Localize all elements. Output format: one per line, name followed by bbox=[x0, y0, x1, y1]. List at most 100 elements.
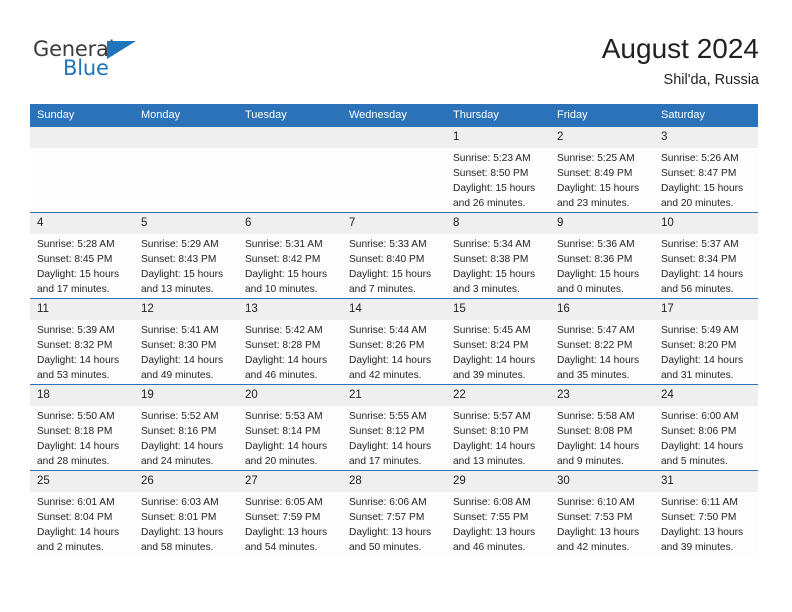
brand-logo[interactable]: General Blue bbox=[33, 39, 153, 83]
calendar-day-cell[interactable]: 12 Sunrise: 5:41 AM Sunset: 8:30 PM Dayligh… bbox=[134, 297, 238, 385]
day-number: 16 bbox=[550, 298, 654, 320]
calendar-header-row: Sunday Monday Tuesday Wednesday Thursday… bbox=[30, 104, 758, 128]
day-number: 7 bbox=[342, 213, 446, 235]
day-sun-info: Sunrise: 6:03 AM Sunset: 8:01 PM Daylight:… bbox=[134, 492, 238, 556]
day-sun-info: Sunrise: 6:11 AM Sunset: 7:50 PM Daylight:… bbox=[654, 492, 758, 556]
calendar-day-cell[interactable]: 19 Sunrise: 5:52 AM Sunset: 8:16 PM Dayligh… bbox=[134, 383, 238, 471]
day-sunrise-text: Sunrise: 5:50 AM bbox=[37, 410, 115, 422]
calendar-day-cell[interactable]: 23 Sunrise: 5:58 AM Sunset: 8:08 PM Dayligh… bbox=[550, 383, 654, 471]
calendar-day-cell[interactable]: 24 Sunrise: 6:00 AM Sunset: 8:06 PM Dayligh… bbox=[654, 383, 758, 471]
calendar-table: Sunday Monday Tuesday Wednesday Thursday… bbox=[30, 104, 758, 556]
day-daylight2-text: and 17 minutes. bbox=[349, 455, 422, 467]
day-sun-info: Sunrise: 5:26 AM Sunset: 8:47 PM Daylight:… bbox=[654, 148, 758, 212]
day-number: 25 bbox=[30, 470, 134, 492]
day-number: 20 bbox=[238, 384, 342, 406]
day-number: 26 bbox=[134, 470, 238, 492]
day-daylight2-text: and 24 minutes. bbox=[141, 455, 214, 467]
day-daylight1-text: Daylight: 14 hours bbox=[37, 526, 120, 538]
day-sunset-text: Sunset: 8:26 PM bbox=[349, 339, 425, 351]
calendar-day-cell[interactable]: 6 Sunrise: 5:31 AM Sunset: 8:42 PM Daylight… bbox=[238, 212, 342, 299]
calendar-day-cell[interactable]: 11 Sunrise: 5:39 AM Sunset: 8:32 PM Dayligh… bbox=[30, 297, 134, 385]
day-number bbox=[342, 127, 446, 149]
calendar-day-cell[interactable]: 2 Sunrise: 5:25 AM Sunset: 8:49 PM Daylight… bbox=[550, 127, 654, 213]
day-sunrise-text: Sunrise: 5:41 AM bbox=[141, 324, 219, 336]
day-sunrise-text: Sunrise: 5:37 AM bbox=[661, 239, 739, 251]
day-sunrise-text: Sunrise: 5:57 AM bbox=[453, 410, 531, 422]
day-sunset-text: Sunset: 8:01 PM bbox=[141, 511, 217, 523]
day-sunrise-text: Sunrise: 5:33 AM bbox=[349, 239, 427, 251]
day-daylight1-text: Daylight: 15 hours bbox=[245, 269, 328, 280]
day-number: 27 bbox=[238, 470, 342, 492]
calendar-day-cell[interactable]: 27 Sunrise: 6:05 AM Sunset: 7:59 PM Dayligh… bbox=[238, 469, 342, 556]
calendar-day-cell[interactable]: 4 Sunrise: 5:28 AM Sunset: 8:45 PM Daylight… bbox=[30, 212, 134, 299]
page-title: August 2024 bbox=[601, 33, 759, 64]
calendar-day-cell[interactable]: 15 Sunrise: 5:45 AM Sunset: 8:24 PM Dayligh… bbox=[446, 297, 550, 385]
calendar-day-cell[interactable]: 8 Sunrise: 5:34 AM Sunset: 8:38 PM Daylight… bbox=[446, 212, 550, 299]
day-sun-info: Sunrise: 5:28 AM Sunset: 8:45 PM Daylight:… bbox=[30, 234, 134, 298]
day-number: 1 bbox=[446, 127, 550, 149]
day-sun-info: Sunrise: 5:49 AM Sunset: 8:20 PM Daylight:… bbox=[654, 320, 758, 384]
day-daylight1-text: Daylight: 15 hours bbox=[661, 183, 744, 195]
day-sunset-text: Sunset: 8:14 PM bbox=[245, 425, 321, 437]
day-daylight1-text: Daylight: 15 hours bbox=[557, 269, 640, 280]
day-sunset-text: Sunset: 8:50 PM bbox=[453, 168, 529, 180]
calendar-day-cell[interactable]: 14 Sunrise: 5:44 AM Sunset: 8:26 PM Dayligh… bbox=[342, 297, 446, 385]
calendar-day-cell[interactable]: 22 Sunrise: 5:57 AM Sunset: 8:10 PM Dayligh… bbox=[446, 383, 550, 471]
day-sunrise-text: Sunrise: 6:06 AM bbox=[349, 496, 427, 508]
day-number: 30 bbox=[550, 470, 654, 492]
day-sun-info: Sunrise: 5:45 AM Sunset: 8:24 PM Daylight:… bbox=[446, 320, 550, 384]
day-number: 28 bbox=[342, 470, 446, 492]
calendar-day-cell-empty bbox=[342, 127, 446, 213]
day-daylight2-text: and 17 minutes. bbox=[37, 283, 110, 295]
calendar-day-cell[interactable]: 13 Sunrise: 5:42 AM Sunset: 8:28 PM Dayligh… bbox=[238, 297, 342, 385]
calendar-day-cell[interactable]: 20 Sunrise: 5:53 AM Sunset: 8:14 PM Dayligh… bbox=[238, 383, 342, 471]
calendar-day-cell[interactable]: 28 Sunrise: 6:06 AM Sunset: 7:57 PM Dayligh… bbox=[342, 469, 446, 556]
calendar-day-cell-empty bbox=[30, 127, 134, 213]
calendar-day-cell[interactable]: 3 Sunrise: 5:26 AM Sunset: 8:47 PM Daylight… bbox=[654, 127, 758, 213]
day-sunrise-text: Sunrise: 5:28 AM bbox=[37, 239, 115, 251]
calendar-day-cell[interactable]: 9 Sunrise: 5:36 AM Sunset: 8:36 PM Daylight… bbox=[550, 212, 654, 299]
day-daylight1-text: Daylight: 13 hours bbox=[557, 526, 640, 538]
calendar-day-cell[interactable]: 25 Sunrise: 6:01 AM Sunset: 8:04 PM Dayligh… bbox=[30, 469, 134, 556]
calendar-day-cell[interactable]: 10 Sunrise: 5:37 AM Sunset: 8:34 PM Dayligh… bbox=[654, 212, 758, 299]
calendar-day-cell[interactable]: 29 Sunrise: 6:08 AM Sunset: 7:55 PM Dayligh… bbox=[446, 469, 550, 556]
calendar-day-cell[interactable]: 5 Sunrise: 5:29 AM Sunset: 8:43 PM Daylight… bbox=[134, 212, 238, 299]
day-daylight2-text: and 39 minutes. bbox=[661, 541, 734, 553]
day-sunset-text: Sunset: 8:32 PM bbox=[37, 339, 113, 351]
day-sunrise-text: Sunrise: 5:49 AM bbox=[661, 324, 739, 336]
day-number: 17 bbox=[654, 298, 758, 320]
day-number: 29 bbox=[446, 470, 550, 492]
day-sunset-text: Sunset: 7:57 PM bbox=[349, 511, 425, 523]
calendar-day-cell[interactable]: 7 Sunrise: 5:33 AM Sunset: 8:40 PM Daylight… bbox=[342, 212, 446, 299]
day-daylight1-text: Daylight: 13 hours bbox=[245, 526, 328, 538]
calendar-day-cell[interactable]: 17 Sunrise: 5:49 AM Sunset: 8:20 PM Dayligh… bbox=[654, 297, 758, 385]
day-daylight1-text: Daylight: 14 hours bbox=[245, 440, 328, 452]
calendar-day-cell-empty bbox=[238, 127, 342, 213]
calendar-day-cell[interactable]: 21 Sunrise: 5:55 AM Sunset: 8:12 PM Dayligh… bbox=[342, 383, 446, 471]
calendar-day-cell[interactable]: 18 Sunrise: 5:50 AM Sunset: 8:18 PM Dayligh… bbox=[30, 383, 134, 471]
day-daylight1-text: Daylight: 14 hours bbox=[661, 269, 744, 280]
day-sunset-text: Sunset: 7:59 PM bbox=[245, 511, 321, 523]
calendar-day-cell[interactable]: 26 Sunrise: 6:03 AM Sunset: 8:01 PM Dayligh… bbox=[134, 469, 238, 556]
day-number bbox=[134, 127, 238, 149]
calendar-day-cell[interactable]: 1 Sunrise: 5:23 AM Sunset: 8:50 PM Daylight… bbox=[446, 127, 550, 213]
day-daylight2-text: and 39 minutes. bbox=[453, 369, 526, 381]
day-daylight1-text: Daylight: 14 hours bbox=[661, 354, 744, 366]
day-daylight2-text: and 10 minutes. bbox=[245, 283, 318, 295]
day-sun-info: Sunrise: 5:53 AM Sunset: 8:14 PM Daylight:… bbox=[238, 406, 342, 470]
day-daylight2-text: and 31 minutes. bbox=[661, 369, 734, 381]
calendar-day-cell[interactable]: 31 Sunrise: 6:11 AM Sunset: 7:50 PM Dayligh… bbox=[654, 469, 758, 556]
calendar-day-cell[interactable]: 30 Sunrise: 6:10 AM Sunset: 7:53 PM Dayligh… bbox=[550, 469, 654, 556]
page-header: General Blue August 2024 Shil'da, Russia bbox=[0, 0, 792, 100]
day-sunset-text: Sunset: 8:47 PM bbox=[661, 168, 737, 180]
day-number: 9 bbox=[550, 213, 654, 235]
day-sunrise-text: Sunrise: 5:34 AM bbox=[453, 239, 531, 251]
day-sunrise-text: Sunrise: 5:53 AM bbox=[245, 410, 323, 422]
title-block: August 2024 Shil'da, Russia bbox=[602, 33, 759, 88]
day-number: 12 bbox=[134, 298, 238, 320]
day-sun-info: Sunrise: 6:05 AM Sunset: 7:59 PM Daylight:… bbox=[238, 492, 342, 556]
day-sunset-text: Sunset: 8:45 PM bbox=[37, 254, 113, 266]
day-sunset-text: Sunset: 8:20 PM bbox=[661, 339, 737, 351]
day-sunset-text: Sunset: 7:50 PM bbox=[661, 511, 737, 523]
calendar-day-cell[interactable]: 16 Sunrise: 5:47 AM Sunset: 8:22 PM Dayligh… bbox=[550, 297, 654, 385]
